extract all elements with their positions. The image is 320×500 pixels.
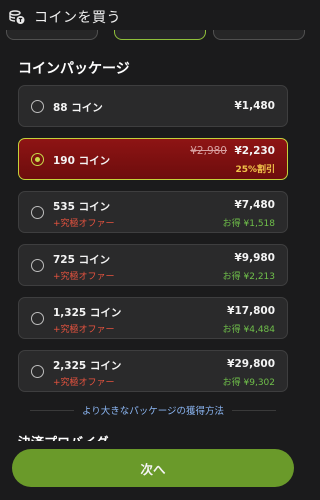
original-price: ¥2,980 [190,145,227,157]
app-header: コインを買う [0,0,306,34]
package-price: ¥17,800 [227,305,275,317]
package-price: ¥29,800 [227,358,275,370]
savings-label: お得 ¥9,302 [222,378,275,388]
package-price: ¥1,480 [234,100,275,112]
page-title: コインを買う [34,10,121,26]
package-coins: 535 コイン [53,201,111,213]
savings-label: お得 ¥2,213 [222,272,275,282]
tab-selected[interactable] [114,30,206,40]
radio-button[interactable] [31,365,44,378]
section-title: コインパッケージ [18,61,130,77]
package-option-2325[interactable]: 2,325 コイン +究極オファー ¥29,800 お得 ¥9,302 [18,350,288,392]
package-coins: 190 コイン [53,155,111,167]
ultimate-offer-label: +究極オファー [53,378,115,388]
next-button[interactable]: 次へ [12,449,294,487]
radio-button[interactable] [31,259,44,272]
radio-button-selected[interactable] [31,153,44,166]
divider [29,409,74,411]
package-option-535[interactable]: 535 コイン +究極オファー ¥7,480 お得 ¥1,518 [18,191,288,233]
radio-button[interactable] [31,312,44,325]
divider [232,409,277,411]
ultimate-offer-label: +究極オファー [53,325,115,335]
bigger-packages-link-row: より大きなパッケージの獲得方法 [0,403,306,417]
package-option-1325[interactable]: 1,325 コイン +究極オファー ¥17,800 お得 ¥4,484 [18,297,288,339]
package-coins: 725 コイン [53,254,111,266]
package-price: ¥7,480 [234,199,275,211]
package-price: ¥2,230 [234,145,275,157]
package-coins: 88 コイン [53,102,103,114]
package-coins: 1,325 コイン [53,307,122,319]
ultimate-offer-label: +究極オファー [53,272,115,282]
savings-label: お得 ¥1,518 [222,219,275,229]
tab-right[interactable] [213,30,305,40]
package-option-725[interactable]: 725 コイン +究極オファー ¥9,980 お得 ¥2,213 [18,244,288,286]
package-option-190[interactable]: 190 コイン ¥2,980 ¥2,230 25%割引 [18,138,288,180]
savings-label: お得 ¥4,484 [222,325,275,335]
package-coins: 2,325 コイン [53,360,122,372]
bigger-packages-link[interactable]: より大きなパッケージの獲得方法 [82,403,224,417]
package-option-88[interactable]: 88 コイン ¥1,480 [18,85,288,127]
radio-button[interactable] [31,100,44,113]
package-price: ¥9,980 [234,252,275,264]
coin-stack-icon [8,8,26,26]
ultimate-offer-label: +究極オファー [53,219,115,229]
tab-left[interactable] [6,30,98,40]
radio-button[interactable] [31,206,44,219]
discount-badge: 25%割引 [235,165,275,175]
tab-strip [0,30,306,42]
